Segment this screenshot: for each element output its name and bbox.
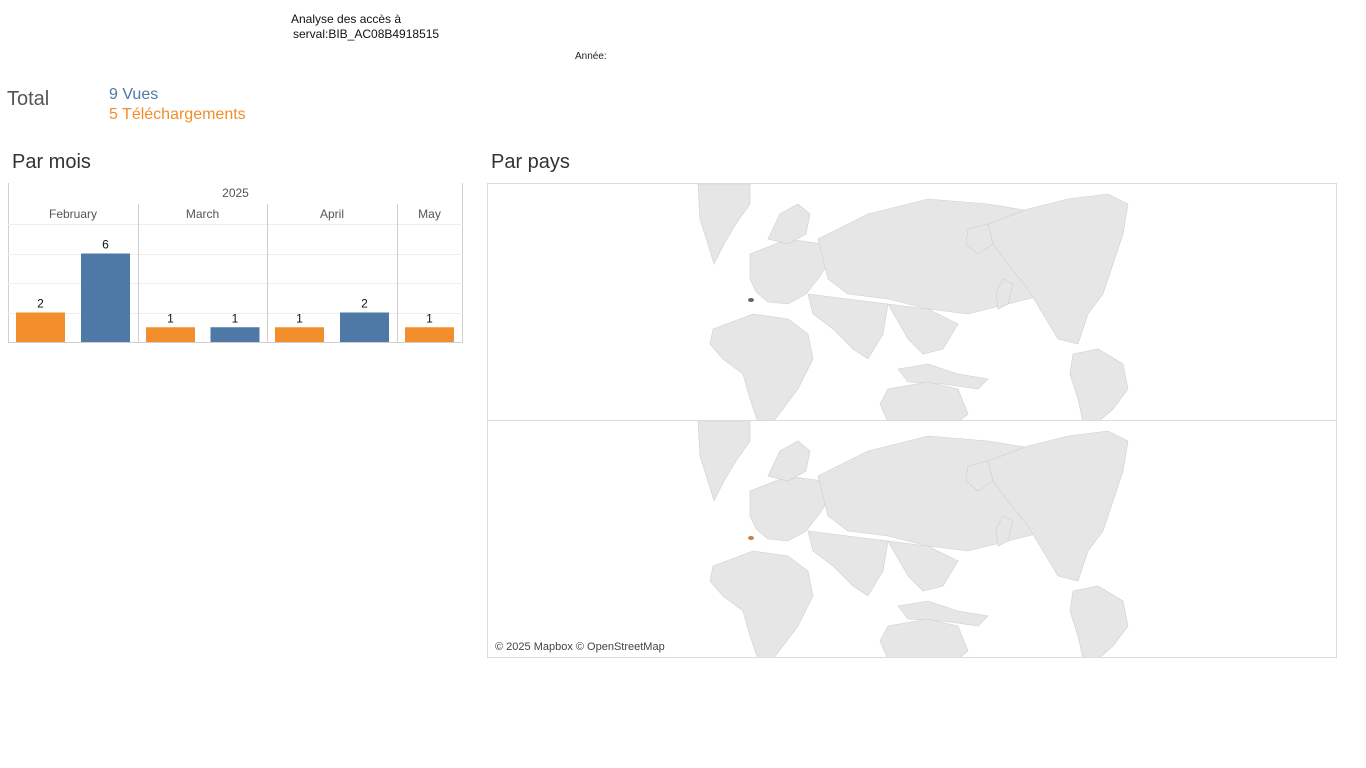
map-panel-views[interactable] <box>487 183 1337 421</box>
bar-downloads-march[interactable] <box>146 327 195 342</box>
bar-value-label: 2 <box>37 297 44 311</box>
total-downloads: 5 Téléchargements <box>109 106 246 123</box>
bar-value-label: 1 <box>167 311 174 325</box>
bar-downloads-april[interactable] <box>275 327 324 342</box>
page-title: Analyse des accès à serval:BIB_AC08B4918… <box>291 12 439 42</box>
page-title-line2: serval:BIB_AC08B4918515 <box>293 27 440 41</box>
section-title-by-month: Par mois <box>12 151 91 173</box>
bar-value-label: 1 <box>232 311 239 325</box>
total-label: Total <box>7 88 50 110</box>
map-attribution[interactable]: © 2025 Mapbox © OpenStreetMap <box>495 641 665 653</box>
total-views: 9 Vues <box>109 86 159 103</box>
month-label: February <box>49 207 97 221</box>
month-label: May <box>418 207 441 221</box>
month-label: March <box>186 207 219 221</box>
page-title-line1: Analyse des accès à <box>291 12 402 26</box>
bar-value-label: 2 <box>361 297 368 311</box>
highlighted-country[interactable] <box>748 298 754 302</box>
month-label: April <box>320 207 344 221</box>
bar-value-label: 1 <box>426 311 433 325</box>
world-map-downloads <box>697 421 1129 657</box>
bar-views-march[interactable] <box>210 327 260 342</box>
bar-value-label: 1 <box>296 311 303 325</box>
bar-downloads-february[interactable] <box>16 312 65 343</box>
bar-downloads-may[interactable] <box>405 327 454 342</box>
map-panel-downloads[interactable] <box>487 420 1337 658</box>
chart-year-label: 2025 <box>222 186 249 200</box>
highlighted-country[interactable] <box>748 536 754 540</box>
world-map-views <box>697 184 1129 421</box>
bar-views-february[interactable] <box>81 253 130 343</box>
bar-value-label: 6 <box>102 238 109 252</box>
monthly-bar-chart[interactable]: 2025 February 2 6 March 1 1 April 1 2 May 1 <box>8 183 464 345</box>
bar-views-april[interactable] <box>340 312 389 343</box>
section-title-by-country: Par pays <box>491 151 570 173</box>
year-filter-label[interactable]: Année: <box>575 51 607 62</box>
